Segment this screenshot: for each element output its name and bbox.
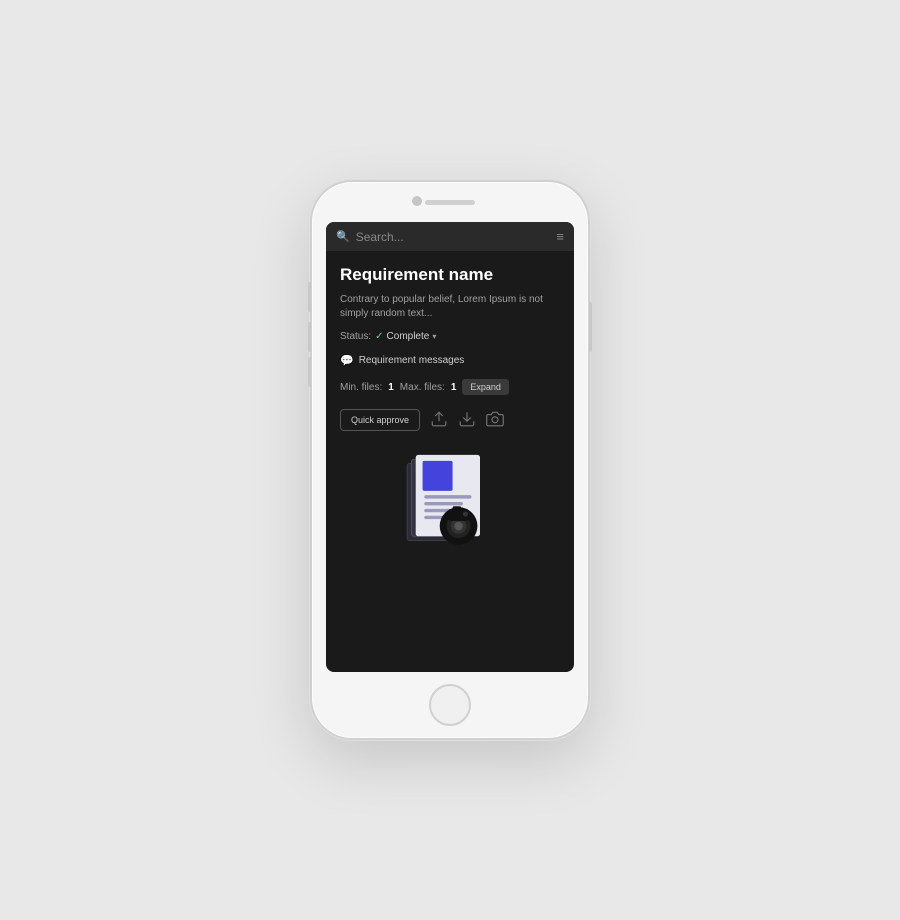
messages-label[interactable]: Requirement messages	[359, 355, 465, 366]
phone-camera	[412, 196, 422, 206]
status-check-icon: ✓	[375, 331, 383, 342]
filter-icon[interactable]: ≡	[556, 229, 564, 244]
message-icon: 💬	[340, 354, 354, 367]
camera-icon[interactable]	[486, 410, 504, 431]
search-input[interactable]: Search...	[356, 230, 551, 244]
status-label: Status:	[340, 331, 371, 342]
max-files-value: 1	[451, 382, 457, 393]
requirement-description: Contrary to popular belief, Lorem Ipsum …	[340, 293, 560, 321]
files-row: Min. files: 1 Max. files: 1 Expand	[340, 379, 560, 395]
actions-row: Quick approve	[340, 409, 560, 431]
status-text: Complete	[387, 331, 430, 342]
phone-mockup: 🔍 Search... ≡ Requirement name Contrary …	[310, 180, 590, 740]
upload-icon[interactable]	[430, 410, 448, 431]
phone-speaker	[425, 200, 475, 205]
document-illustration	[390, 447, 510, 557]
illustration-area	[340, 447, 560, 557]
requirement-title: Requirement name	[340, 265, 560, 285]
phone-shell: 🔍 Search... ≡ Requirement name Contrary …	[310, 180, 590, 740]
max-files-label: Max. files:	[400, 382, 445, 393]
phone-screen: 🔍 Search... ≡ Requirement name Contrary …	[326, 222, 574, 672]
status-row: Status: ✓ Complete ▾	[340, 331, 560, 342]
expand-button[interactable]: Expand	[462, 379, 509, 395]
status-value[interactable]: ✓ Complete ▾	[375, 331, 436, 342]
min-files-label: Min. files:	[340, 382, 382, 393]
quick-approve-button[interactable]: Quick approve	[340, 409, 420, 431]
app-content: 🔍 Search... ≡ Requirement name Contrary …	[326, 222, 574, 672]
search-bar: 🔍 Search... ≡	[326, 222, 574, 251]
status-dropdown-icon[interactable]: ▾	[432, 332, 436, 341]
search-icon: 🔍	[336, 230, 350, 243]
home-button[interactable]	[429, 684, 471, 726]
messages-row: 💬 Requirement messages	[340, 354, 560, 367]
min-files-value: 1	[388, 382, 394, 393]
main-content: Requirement name Contrary to popular bel…	[326, 251, 574, 672]
download-icon[interactable]	[458, 410, 476, 431]
